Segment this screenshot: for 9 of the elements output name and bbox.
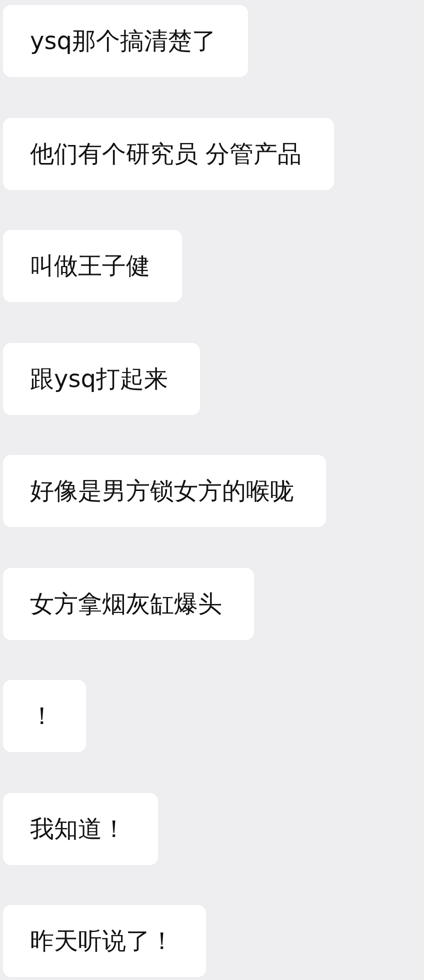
message-bubble: 他们有个研究员 分管产品 [3,118,334,190]
message-bubble: 我知道！ [3,792,158,864]
message-bubble: 好像是男方锁女方的喉咙 [3,455,326,527]
message-bubble: ！ [3,680,86,752]
message-bubble: 女方拿烟灰缸爆头 [3,568,254,640]
message-bubble: 跟ysq打起来 [3,342,200,414]
message-bubble: 叫做王子健 [3,230,182,302]
message-bubble: 昨天听说了！ [3,905,206,977]
message-bubble: ysq那个搞清楚了 [3,5,248,77]
